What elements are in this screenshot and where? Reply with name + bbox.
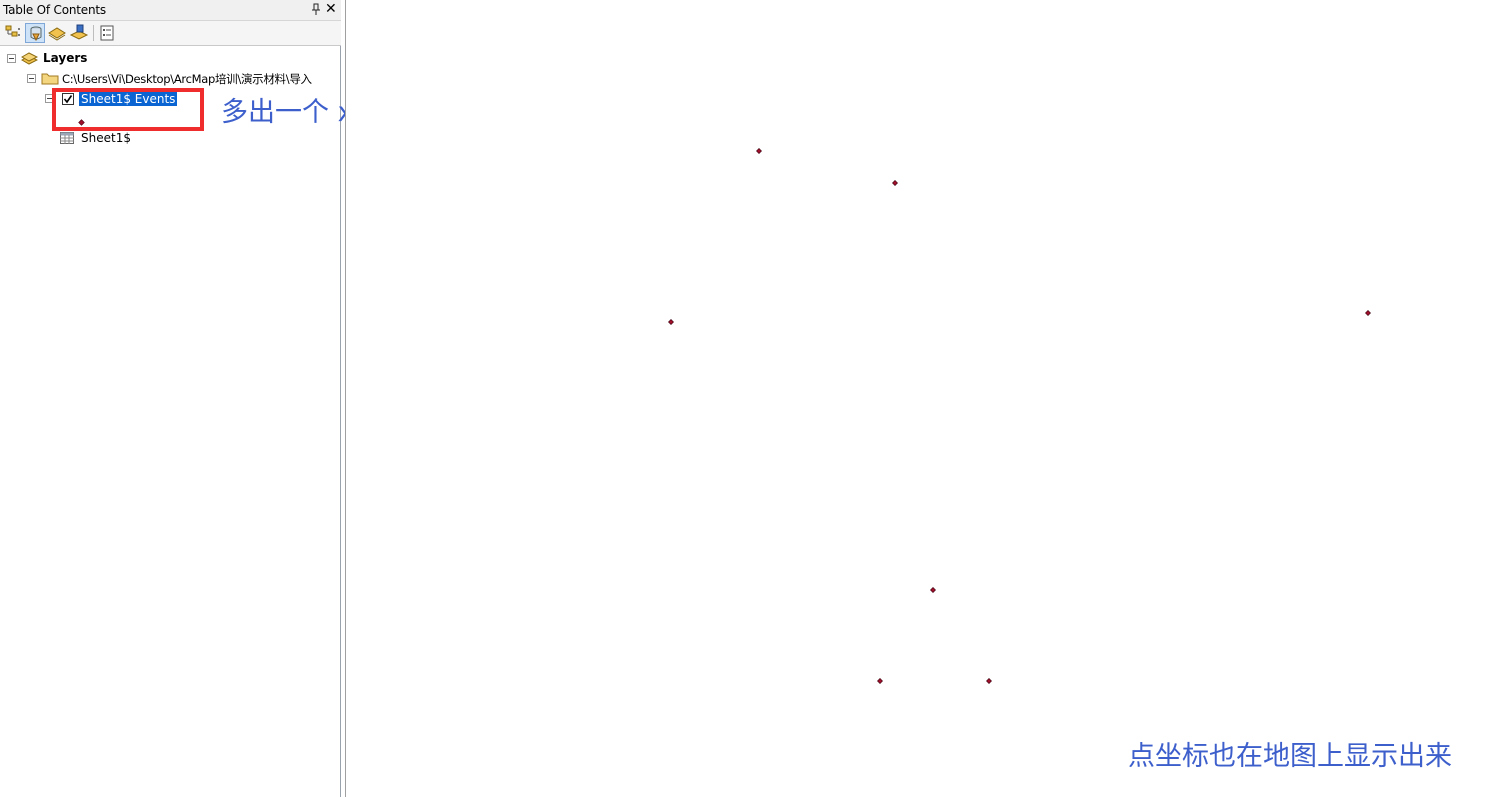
table-label[interactable]: Sheet1$ <box>81 131 131 145</box>
layers-icon <box>20 51 39 69</box>
map-point[interactable] <box>668 319 674 325</box>
map-display[interactable] <box>345 0 1507 797</box>
layers-collapse-toggle[interactable] <box>7 54 16 63</box>
toolbar-separator <box>93 25 94 41</box>
map-point[interactable] <box>892 180 898 186</box>
folder-icon <box>41 71 59 88</box>
list-by-selection-icon[interactable] <box>69 23 89 43</box>
map-point[interactable] <box>930 587 936 593</box>
folder-collapse-toggle[interactable] <box>27 74 36 83</box>
annotation-callout-bottom: 点坐标也在地图上显示出来 <box>1128 741 1452 772</box>
table-icon <box>60 132 74 147</box>
close-icon[interactable]: ✕ <box>325 0 337 17</box>
map-point[interactable] <box>1365 310 1371 316</box>
map-point[interactable] <box>877 678 883 684</box>
map-point[interactable] <box>986 678 992 684</box>
toc-title: Table Of Contents <box>3 3 106 17</box>
toc-title-bar: Table Of Contents ✕ <box>0 0 341 21</box>
folder-path-label[interactable]: C:\Users\Vi\Desktop\ArcMap培训\演示材料\导入 <box>62 71 312 87</box>
list-by-drawing-order-icon[interactable] <box>3 23 23 43</box>
layers-label[interactable]: Layers <box>43 51 87 65</box>
pin-icon[interactable] <box>311 1 321 17</box>
toc-toolbar <box>0 21 341 46</box>
list-by-source-icon[interactable] <box>25 23 45 43</box>
list-by-visibility-icon[interactable] <box>47 23 67 43</box>
annotation-highlight-box <box>52 88 204 131</box>
map-point[interactable] <box>756 148 762 154</box>
options-icon[interactable] <box>97 23 117 43</box>
